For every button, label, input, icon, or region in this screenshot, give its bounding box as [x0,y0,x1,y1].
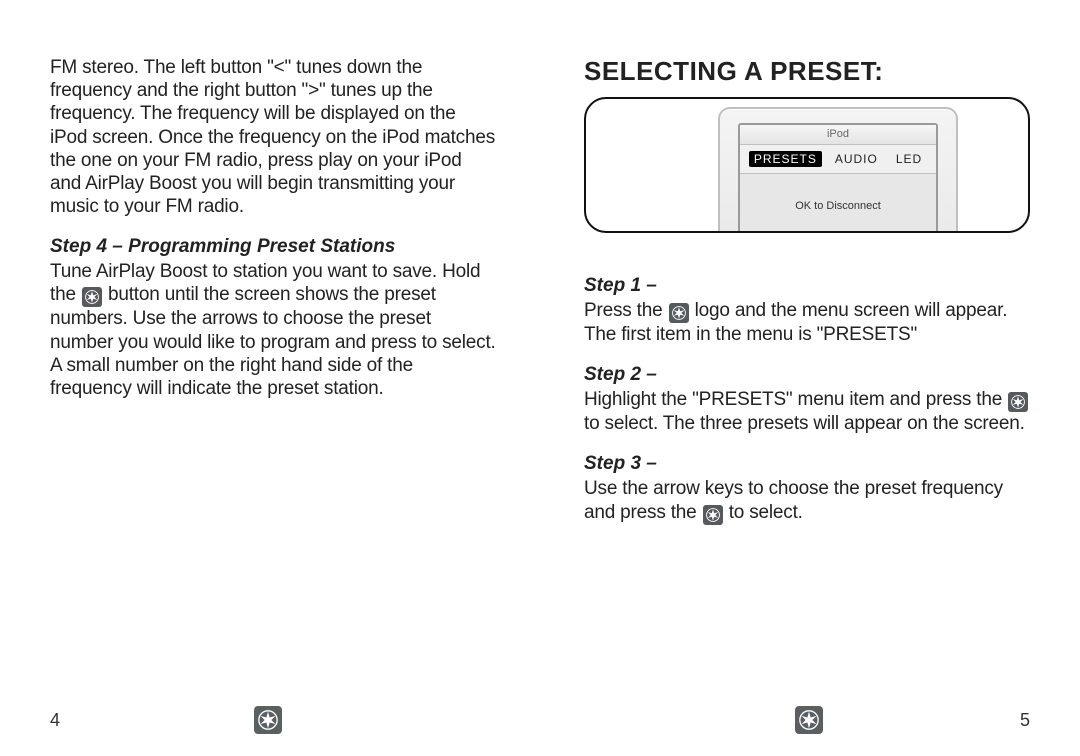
figure-preset-menu: iPod PRESETS AUDIO LED OK to Disconnect [584,97,1030,233]
logo-icon [669,303,689,323]
step3-b: to select. [724,502,803,523]
menu-item-led: LED [891,151,927,167]
footer-logo-icon [795,706,823,734]
menu-item-audio: AUDIO [830,151,883,167]
step4-body-b: button until the screen shows the preset… [50,284,496,399]
ipod-screen: iPod PRESETS AUDIO LED OK to Disconnect [738,123,938,233]
page-right: SELECTING A PRESET: iPod PRESETS AUDIO L… [540,0,1080,756]
menu-row: PRESETS AUDIO LED [740,145,936,174]
menu-item-presets: PRESETS [749,151,822,167]
step2-a: Highlight the "PRESETS" menu item and pr… [584,389,1007,410]
footer-logo-icon [254,706,282,734]
ok-to-disconnect: OK to Disconnect [740,200,936,212]
intro-paragraph: FM stereo. The left button "<" tunes dow… [50,56,496,218]
step2-heading: Step 2 – [584,364,1030,386]
logo-icon [703,505,723,525]
logo-icon [82,287,102,307]
logo-icon [1008,392,1028,412]
step1-a: Press the [584,300,668,321]
step2-b: to select. The three presets will appear… [584,413,1025,434]
step1-heading: Step 1 – [584,275,1030,297]
page-number-left: 4 [50,710,60,731]
manual-spread: FM stereo. The left button "<" tunes dow… [0,0,1080,756]
ipod-device: iPod PRESETS AUDIO LED OK to Disconnect [718,107,958,233]
step1-body: Press the logo and the menu screen will … [584,299,1030,346]
step4-heading: Step 4 – Programming Preset Stations [50,236,496,258]
footer-right: 5 [584,706,1030,734]
section-heading: SELECTING A PRESET: [584,56,1030,87]
footer-left: 4 [50,706,490,734]
step3-body: Use the arrow keys to choose the preset … [584,477,1030,524]
page-number-right: 5 [1020,710,1030,731]
screen-header: iPod [740,125,936,145]
page-left: FM stereo. The left button "<" tunes dow… [0,0,540,756]
step3-heading: Step 3 – [584,453,1030,475]
step2-body: Highlight the "PRESETS" menu item and pr… [584,388,1030,435]
step4-body: Tune AirPlay Boost to station you want t… [50,260,496,400]
